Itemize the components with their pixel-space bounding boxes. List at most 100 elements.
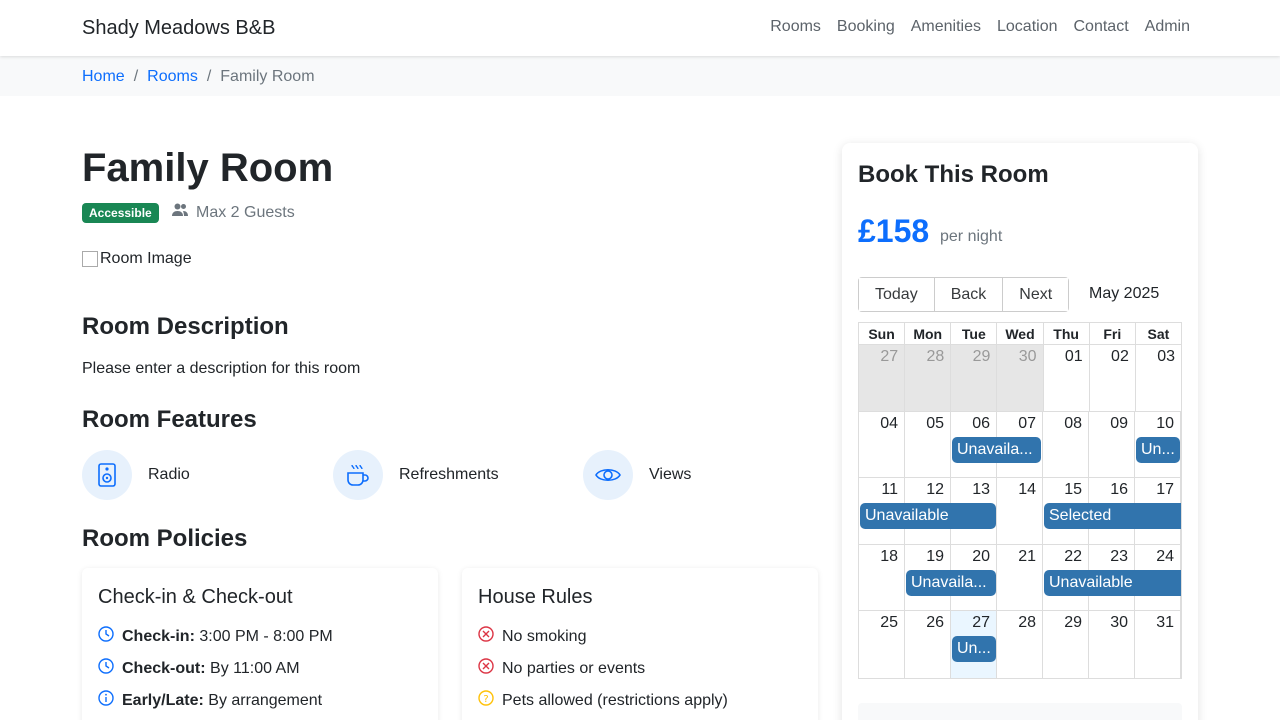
calendar-week: 18 19 20 21 22 23 24 Unavaila... Unavail…	[859, 544, 1181, 611]
unavailable-event[interactable]: Unavailable	[1044, 569, 1181, 596]
calendar-week: 04 05 06 07 08 09 10 Unavaila... Un...	[859, 411, 1181, 478]
calendar-day[interactable]: 01	[1044, 345, 1090, 411]
checkin-policy-card: Check-in & Check-out Check-in: 3:00 PM -…	[82, 568, 438, 720]
room-image: Room Image	[82, 250, 192, 268]
calendar-day[interactable]: 29	[951, 345, 998, 411]
checkin-value: 3:00 PM - 8:00 PM	[199, 627, 333, 645]
speaker-icon	[82, 450, 132, 500]
feature-views: Views	[583, 450, 691, 500]
room-image-alt: Room Image	[100, 250, 192, 267]
people-icon	[172, 203, 188, 222]
unavailable-event[interactable]: Unavailable	[860, 503, 996, 529]
nav-link-contact[interactable]: Contact	[1074, 18, 1129, 36]
svg-text:?: ?	[483, 694, 488, 705]
weekday-header: Mon	[905, 323, 952, 344]
nav-link-booking[interactable]: Booking	[837, 18, 895, 36]
selected-event[interactable]: Selected	[1044, 503, 1181, 529]
rule-text: Pets allowed (restrictions apply)	[502, 691, 728, 709]
calendar-day[interactable]: 18	[859, 544, 905, 610]
accessible-badge: Accessible	[82, 203, 159, 223]
calendar-day[interactable]: 26	[905, 611, 951, 678]
unavailable-event[interactable]: Unavaila...	[952, 436, 1041, 463]
rule-row: No parties or events	[478, 658, 645, 679]
breadcrumb-home[interactable]: Home	[82, 68, 125, 86]
calendar-day[interactable]: 31	[1135, 611, 1181, 678]
rule-row: No smoking	[478, 626, 586, 647]
unavailable-event[interactable]: Un...	[1136, 436, 1180, 463]
weekday-header: Wed	[997, 323, 1044, 344]
checkout-row: Check-out: By 11:00 AM	[98, 658, 300, 679]
guest-capacity: Max 2 Guests	[172, 203, 295, 222]
checkin-row: Check-in: 3:00 PM - 8:00 PM	[98, 626, 333, 647]
coffee-cup-icon	[333, 450, 383, 500]
calendar-week: 25 26 27 28 29 30 31 Un...	[859, 611, 1181, 678]
checkin-card-title: Check-in & Check-out	[98, 586, 293, 608]
feature-label: Refreshments	[399, 466, 499, 483]
booking-calendar: Sun Mon Tue Wed Thu Fri Sat 27 28 29 30 …	[858, 322, 1182, 679]
rule-text: No smoking	[502, 627, 587, 645]
features-heading: Room Features	[82, 406, 257, 433]
nav-link-amenities[interactable]: Amenities	[911, 18, 981, 36]
calendar-day[interactable]: 05	[905, 411, 951, 477]
x-circle-icon	[478, 626, 494, 647]
calendar-day[interactable]: 02	[1090, 345, 1136, 411]
calendar-day[interactable]: 09	[1089, 411, 1135, 477]
calendar-month: May 2025	[1089, 285, 1160, 302]
calendar-week: 27 28 29 30 01 02 03	[859, 345, 1181, 412]
brand-name[interactable]: Shady Meadows B&B	[82, 17, 275, 40]
booking-card: Book This Room £158 per night Today Back…	[842, 143, 1198, 720]
next-button[interactable]: Next	[1003, 278, 1069, 311]
calendar-day[interactable]: 29	[1043, 611, 1089, 678]
house-rules-card: House Rules No smoking No parties or eve…	[462, 568, 818, 720]
unavailable-event[interactable]: Unavaila...	[906, 569, 996, 596]
checkin-label: Check-in:	[122, 627, 195, 645]
policies-heading: Room Policies	[82, 525, 248, 552]
calendar-day[interactable]: 30	[997, 345, 1044, 411]
breadcrumb-separator: /	[206, 68, 212, 85]
calendar-day[interactable]: 21	[997, 544, 1043, 610]
calendar-day[interactable]: 30	[1089, 611, 1135, 678]
calendar-day[interactable]: 28	[997, 611, 1043, 678]
feature-radio: Radio	[82, 450, 190, 500]
calendar-day[interactable]: 28	[905, 345, 952, 411]
breadcrumb-current: Family Room	[220, 68, 315, 85]
weekday-header: Thu	[1044, 323, 1090, 344]
eye-icon	[583, 450, 633, 500]
calendar-nav: Today Back Next	[858, 277, 1070, 312]
calendar-day[interactable]: 08	[1043, 411, 1089, 477]
today-button[interactable]: Today	[859, 278, 935, 311]
booking-summary-box	[858, 703, 1182, 720]
breadcrumb-bar: Home / Rooms / Family Room	[0, 56, 1280, 96]
nav-link-admin[interactable]: Admin	[1145, 18, 1190, 36]
clock-icon	[98, 658, 114, 679]
calendar-day[interactable]: 04	[859, 411, 905, 477]
early-late-row: Early/Late: By arrangement	[98, 690, 322, 711]
description-heading: Room Description	[82, 313, 289, 340]
feature-refreshments: Refreshments	[333, 450, 499, 500]
breadcrumb-separator: /	[133, 68, 139, 85]
weekday-header: Fri	[1090, 323, 1136, 344]
calendar-day[interactable]: 03	[1136, 345, 1181, 411]
calendar-day[interactable]: 27	[859, 345, 906, 411]
rule-row: ? Pets allowed (restrictions apply)	[478, 690, 728, 711]
calendar-week: 11 12 13 14 15 16 17 Unavailable Selecte…	[859, 478, 1181, 545]
back-button[interactable]: Back	[934, 278, 1004, 311]
unavailable-event[interactable]: Un...	[952, 636, 996, 662]
room-price: £158	[858, 213, 930, 249]
x-circle-icon	[478, 658, 494, 679]
top-navbar: Shady Meadows B&B Rooms Booking Amenitie…	[0, 0, 1280, 56]
calendar-weekdays: Sun Mon Tue Wed Thu Fri Sat	[859, 323, 1181, 345]
booking-title: Book This Room	[858, 161, 1049, 188]
checkout-label: Check-out:	[122, 659, 206, 677]
room-title: Family Room	[82, 146, 334, 190]
calendar-day[interactable]: 14	[997, 478, 1043, 544]
feature-label: Radio	[148, 466, 190, 483]
calendar-day[interactable]: 25	[859, 611, 905, 678]
nav-link-location[interactable]: Location	[997, 18, 1058, 36]
breadcrumb: Home / Rooms / Family Room	[82, 68, 315, 86]
info-icon	[98, 690, 114, 711]
per-night-label: per night	[940, 228, 1003, 245]
early-late-label: Early/Late:	[122, 691, 204, 709]
breadcrumb-rooms[interactable]: Rooms	[147, 68, 198, 86]
nav-link-rooms[interactable]: Rooms	[770, 18, 821, 36]
